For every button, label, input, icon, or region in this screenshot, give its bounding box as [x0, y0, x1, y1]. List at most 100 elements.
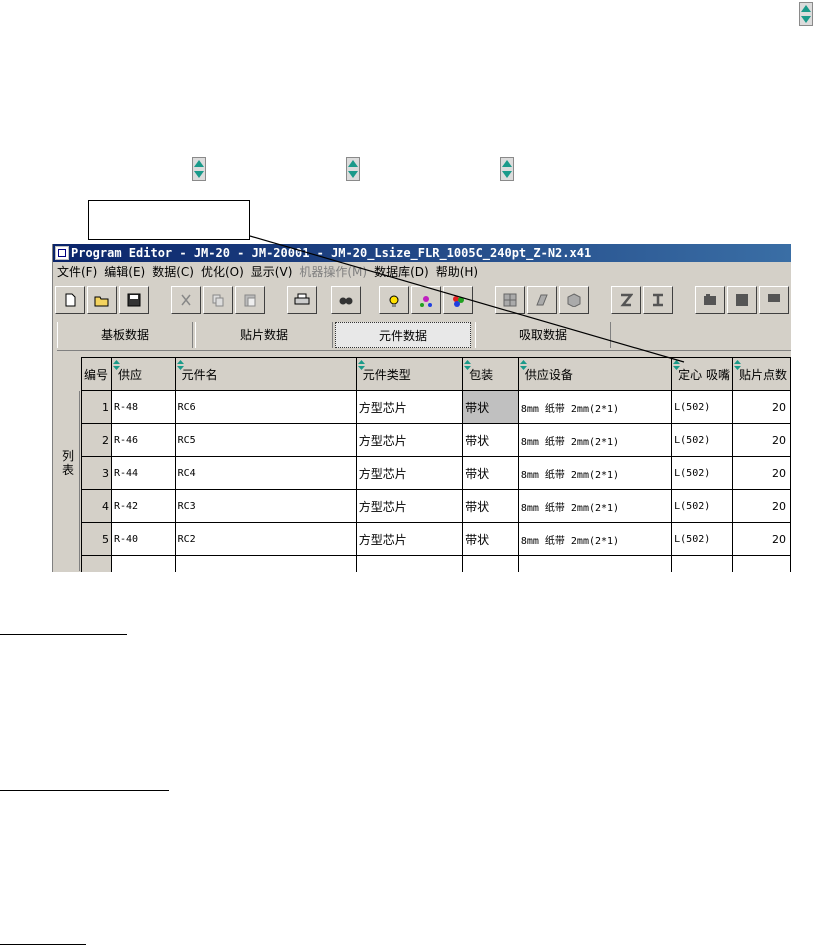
column-header-name[interactable]: 元件名	[174, 357, 357, 391]
save-button[interactable]	[119, 286, 149, 314]
tab-placement-data[interactable]: 贴片数据	[195, 322, 333, 348]
cell-device[interactable]: 8mm 纸带 2mm(2*1)	[517, 522, 673, 556]
menu-edit[interactable]: 编辑(E)	[100, 263, 148, 281]
sort-arrows-icon[interactable]	[357, 359, 365, 370]
cell-name[interactable]: RC6	[174, 390, 357, 424]
color-balls-button[interactable]	[443, 286, 473, 314]
paste-button[interactable]	[235, 286, 265, 314]
cell-count[interactable]: 20	[731, 456, 791, 490]
cell-no[interactable]: 2	[81, 423, 112, 457]
column-header-no[interactable]: 编号	[81, 357, 112, 391]
cell-feeder[interactable]: R-46	[110, 423, 176, 457]
grid-tool-button[interactable]	[495, 286, 525, 314]
table-row[interactable]: 3 R-44 RC4 方型芯片 带状 8mm 纸带 2mm(2*1) L(502…	[81, 456, 791, 490]
grid-tool-icon	[503, 293, 517, 307]
sort-arrows-icon[interactable]	[673, 359, 681, 370]
cell-name[interactable]: RC2	[174, 522, 357, 556]
table-row[interactable]: 4 R-42 RC3 方型芯片 带状 8mm 纸带 2mm(2*1) L(502…	[81, 489, 791, 523]
table-row[interactable]: 5 R-40 RC2 方型芯片 带状 8mm 纸带 2mm(2*1) L(502…	[81, 522, 791, 556]
cell-type[interactable]: 方型芯片	[355, 522, 464, 556]
sort-arrows-icon	[192, 157, 206, 181]
copy-button[interactable]	[203, 286, 233, 314]
menu-view[interactable]: 显示(V)	[247, 263, 296, 281]
cell-name[interactable]: RC5	[174, 423, 357, 457]
cell-centering[interactable]: L(502)	[671, 423, 733, 457]
cell-no[interactable]: 4	[81, 489, 112, 523]
sort-arrows-icon[interactable]	[519, 359, 527, 370]
cell-count[interactable]: 20	[731, 423, 791, 457]
tab-board-data[interactable]: 基板数据	[57, 322, 193, 348]
menu-help[interactable]: 帮助(H)	[432, 263, 481, 281]
table-row[interactable]: 2 R-46 RC5 方型芯片 带状 8mm 纸带 2mm(2*1) L(502…	[81, 423, 791, 457]
cell-centering[interactable]: L(502)	[671, 456, 733, 490]
cell-feeder[interactable]: R-40	[110, 522, 176, 556]
column-header-feeder[interactable]: 供应	[110, 357, 176, 391]
cell-centering[interactable]: L(502)	[671, 390, 733, 424]
cell-package[interactable]: 带状	[462, 423, 519, 457]
find-button[interactable]	[331, 286, 361, 314]
table-row[interactable]: 1 R-48 RC6 方型芯片 带状 8mm 纸带 2mm(2*1) L(502…	[81, 390, 791, 424]
menu-optimize[interactable]: 优化(O)	[197, 263, 247, 281]
column-header-type[interactable]: 元件类型	[355, 357, 464, 391]
column-header-device[interactable]: 供应设备	[517, 357, 673, 391]
cell-package[interactable]: 带状	[462, 522, 519, 556]
open-folder-button[interactable]	[87, 286, 117, 314]
square-button[interactable]	[727, 286, 757, 314]
lightbulb-button[interactable]	[379, 286, 409, 314]
sort-arrows-icon[interactable]	[176, 359, 184, 370]
sort-arrows-icon[interactable]	[112, 359, 120, 370]
menu-data[interactable]: 数据(C)	[148, 263, 197, 281]
cube-icon	[567, 293, 581, 307]
cell-type[interactable]: 方型芯片	[355, 423, 464, 457]
cell-no[interactable]: 3	[81, 456, 112, 490]
cell-no[interactable]: 1	[81, 390, 112, 424]
list-side-tab[interactable]: 列表	[57, 391, 80, 571]
sort-arrows-icon[interactable]	[464, 359, 472, 370]
z-shape-button[interactable]	[611, 286, 641, 314]
tab-component-data[interactable]: 元件数据	[335, 322, 471, 348]
menu-file[interactable]: 文件(F)	[53, 263, 100, 281]
callout-box	[88, 200, 250, 240]
color-balls-icon	[453, 296, 464, 307]
cut-button[interactable]	[171, 286, 201, 314]
cell-device[interactable]: 8mm 纸带 2mm(2*1)	[517, 423, 673, 457]
cell-type[interactable]: 方型芯片	[355, 489, 464, 523]
tab-pickup-data[interactable]: 吸取数据	[475, 322, 611, 348]
components-button[interactable]	[411, 286, 441, 314]
machine-tool-icon	[536, 294, 548, 306]
cell-device[interactable]: 8mm 纸带 2mm(2*1)	[517, 456, 673, 490]
table-row[interactable]	[81, 555, 791, 572]
cell-feeder[interactable]: R-48	[110, 390, 176, 424]
menu-bar: 文件(F) 编辑(E) 数据(C) 优化(O) 显示(V) 机器操作(M) 数据库(D) 帮助…	[53, 263, 791, 281]
cell-count[interactable]: 20	[731, 489, 791, 523]
cube-button[interactable]	[559, 286, 589, 314]
cell-count[interactable]: 20	[731, 522, 791, 556]
component-grid-panel: 列表 编号 供应 元件名 元件类型 包装 供应设备 定心 吸嘴 贴片点数 1 R…	[57, 350, 791, 572]
cell-type[interactable]: 方型芯片	[355, 390, 464, 424]
menu-database[interactable]: 数据库(D)	[370, 263, 432, 281]
cell-no[interactable]: 5	[81, 522, 112, 556]
column-header-centering[interactable]: 定心 吸嘴	[671, 357, 733, 391]
cell-package[interactable]: 带状	[462, 456, 519, 490]
cell-centering[interactable]: L(502)	[671, 522, 733, 556]
cell-count[interactable]: 20	[731, 390, 791, 424]
cell-package[interactable]: 带状	[462, 390, 519, 424]
cell-package[interactable]: 带状	[462, 489, 519, 523]
cell-name[interactable]: RC3	[174, 489, 357, 523]
cell-type[interactable]: 方型芯片	[355, 456, 464, 490]
cell-feeder[interactable]: R-42	[110, 489, 176, 523]
cell-feeder[interactable]: R-44	[110, 456, 176, 490]
cell-device[interactable]: 8mm 纸带 2mm(2*1)	[517, 390, 673, 424]
cell-centering[interactable]: L(502)	[671, 489, 733, 523]
cell-device[interactable]: 8mm 纸带 2mm(2*1)	[517, 489, 673, 523]
cell-name[interactable]: RC4	[174, 456, 357, 490]
column-header-count[interactable]: 贴片点数	[731, 357, 791, 391]
machine-tool-button[interactable]	[527, 286, 557, 314]
new-file-button[interactable]	[55, 286, 85, 314]
print-button[interactable]	[287, 286, 317, 314]
i-beam-button[interactable]	[643, 286, 673, 314]
partial-tool-button[interactable]	[759, 286, 789, 314]
sort-arrows-icon[interactable]	[733, 359, 741, 370]
column-header-package[interactable]: 包装	[462, 357, 519, 391]
board-button[interactable]	[695, 286, 725, 314]
